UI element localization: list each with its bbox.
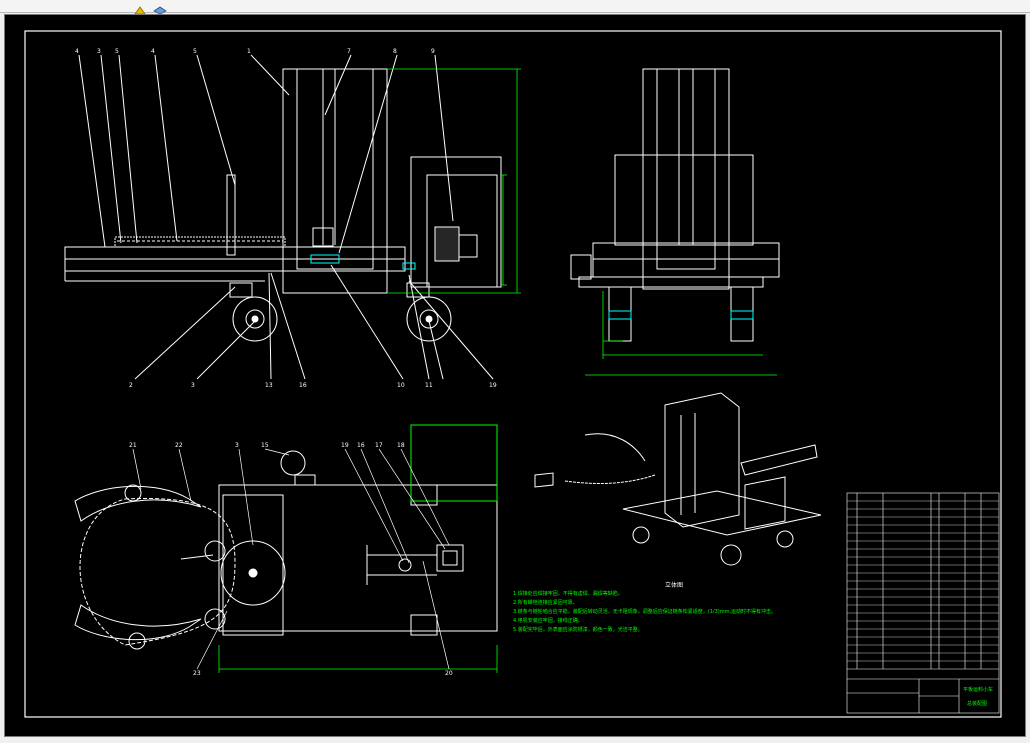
isometric-label: 立体图 xyxy=(665,581,683,589)
front-view-dimensions xyxy=(585,291,777,376)
balloon: 1 xyxy=(247,48,251,55)
balloon: 16 xyxy=(299,382,307,389)
parts-list-rows xyxy=(847,500,999,662)
top-view-dimensions xyxy=(218,645,498,673)
balloon: 5 xyxy=(193,48,197,55)
balloon: 19 xyxy=(341,442,349,449)
balloon: 11 xyxy=(425,382,433,389)
assembly-drawing: 4 3 5 4 5 1 7 8 9 2 3 13 16 10 11 19 21 … xyxy=(24,30,1002,718)
cad-toolbar xyxy=(0,0,1030,15)
balloon: 3 xyxy=(235,442,239,449)
note-line: 4.电机安装应牢固，接线正确。 xyxy=(513,617,583,624)
note-line: 3.链条与链轮啮合应平稳，装配后转动灵活，无卡阻现象，调整后应保证链条松紧适度，… xyxy=(513,608,776,615)
side-view xyxy=(64,54,502,380)
hand-icon[interactable] xyxy=(132,0,148,15)
isometric-view xyxy=(534,392,822,566)
balloon: 20 xyxy=(445,670,453,677)
note-line: 1.焊接处应焊接牢固，不得有虚焊、漏焊等缺陷。 xyxy=(513,590,623,597)
note-line: 2.所有螺栓连接应紧固可靠。 xyxy=(513,599,578,606)
drawing-viewport[interactable]: 4 3 5 4 5 1 7 8 9 2 3 13 16 10 11 19 21 … xyxy=(4,14,1026,737)
balloon: 21 xyxy=(129,442,137,449)
layer-icon[interactable] xyxy=(152,0,168,15)
balloon: 23 xyxy=(193,670,201,677)
top-view-leaders xyxy=(132,448,450,670)
note-line: 5.装配完毕后，外表面应涂防锈漆，颜色一致，光洁平整。 xyxy=(513,626,643,633)
balloon: 10 xyxy=(397,382,405,389)
top-view xyxy=(74,424,498,650)
balloon: 4 xyxy=(75,48,79,55)
status-strip xyxy=(0,737,1030,743)
balloon: 3 xyxy=(191,382,195,389)
parts-list xyxy=(846,492,1000,714)
balloon: 3 xyxy=(97,48,101,55)
balloon: 19 xyxy=(489,382,497,389)
balloon: 16 xyxy=(357,442,365,449)
balloon: 13 xyxy=(265,382,273,389)
balloon: 4 xyxy=(151,48,155,55)
balloon: 5 xyxy=(115,48,119,55)
front-view xyxy=(570,68,780,342)
balloon: 7 xyxy=(347,48,351,55)
balloon: 8 xyxy=(393,48,397,55)
balloon: 9 xyxy=(431,48,435,55)
title-block-title: 平板运料小车 xyxy=(963,686,993,693)
title-block-drawing-no: 总装配图 xyxy=(967,700,987,707)
balloon: 18 xyxy=(397,442,405,449)
balloon: 17 xyxy=(375,442,383,449)
balloon: 2 xyxy=(129,382,133,389)
technical-notes: 1.焊接处应焊接牢固，不得有虚焊、漏焊等缺陷。 2.所有螺栓连接应紧固可靠。 3… xyxy=(513,590,776,633)
balloon: 22 xyxy=(175,442,183,449)
balloon: 15 xyxy=(261,442,269,449)
